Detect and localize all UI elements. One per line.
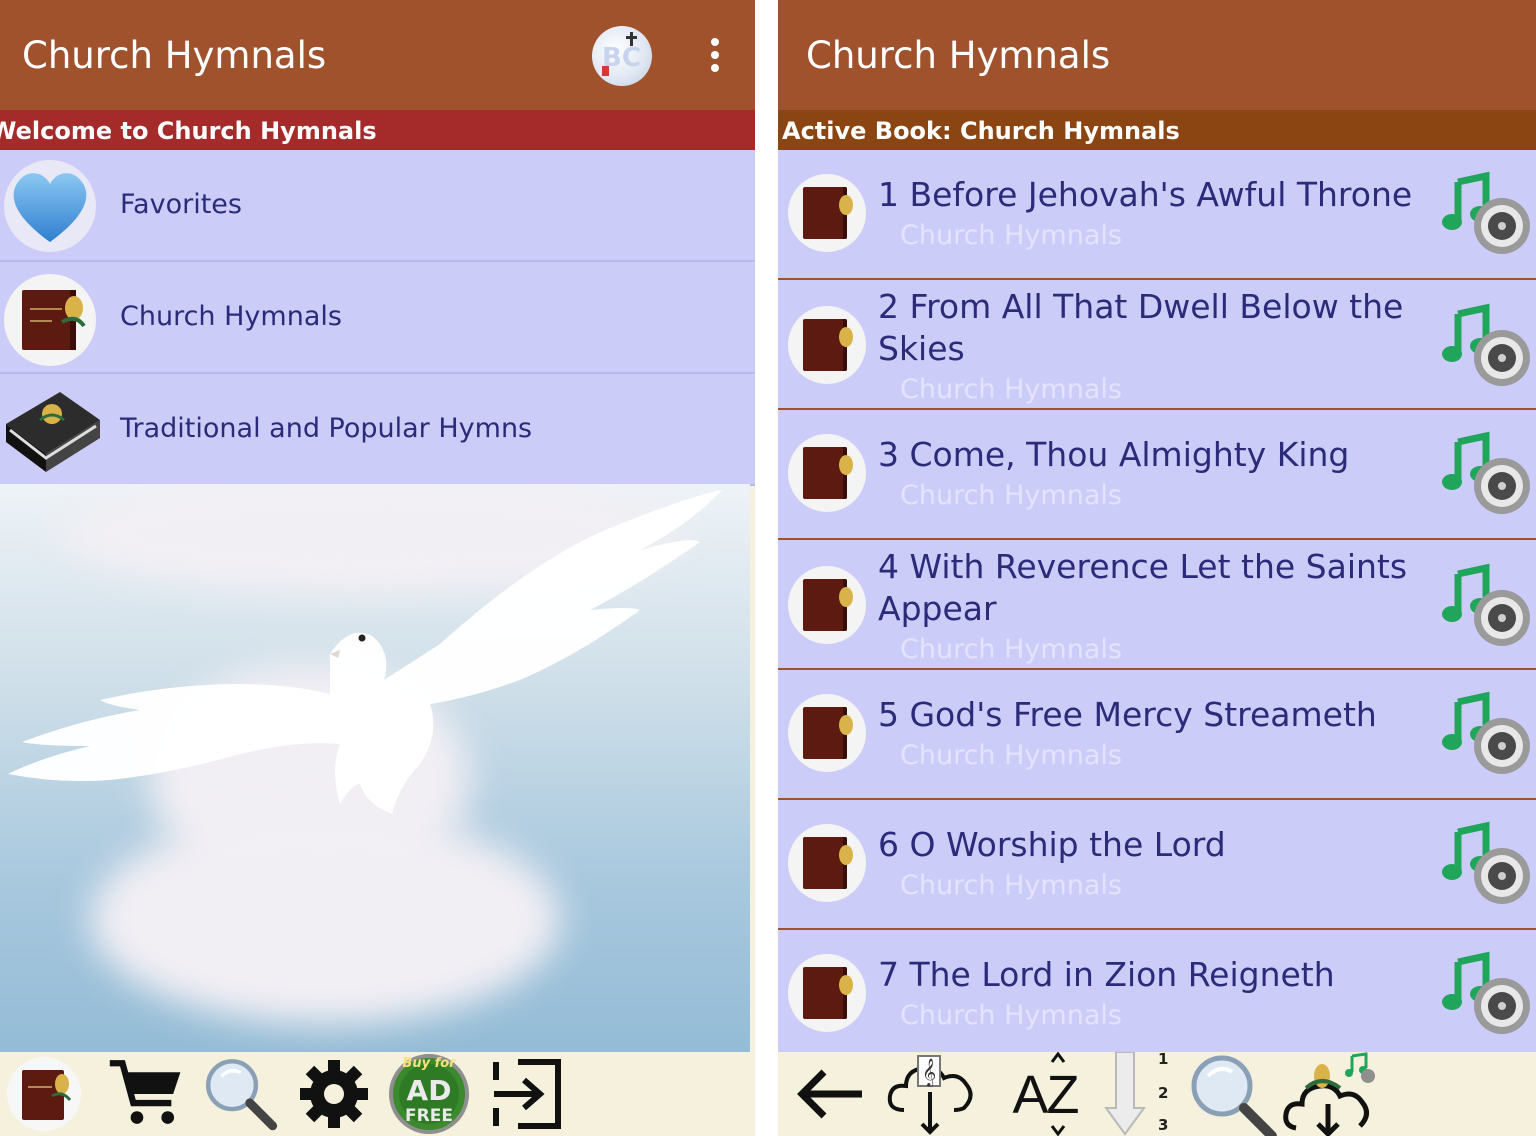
hymn-row[interactable]: 6 O Worship the Lord Church Hymnals	[778, 800, 1536, 930]
welcome-text: Welcome to Church Hymnals	[0, 117, 377, 145]
menu-label: Church Hymnals	[120, 301, 342, 332]
cloud-download-icon[interactable]	[1282, 1052, 1376, 1136]
app-logo-icon[interactable]: BC	[592, 26, 652, 86]
sort-num-1: 1	[1158, 1050, 1169, 1068]
active-book-text: Active Book: Church Hymnals	[782, 117, 1180, 145]
sort-alphabetical-icon[interactable]: AZ	[1000, 1052, 1090, 1136]
hymn-title: 1 Before Jehovah's Awful Throne	[878, 175, 1413, 214]
hymn-book-name: Church Hymnals	[900, 740, 1122, 771]
hymn-row[interactable]: 5 God's Free Mercy Streameth Church Hymna…	[778, 670, 1536, 800]
hymnal-book-icon	[788, 694, 866, 772]
back-arrow-icon[interactable]	[792, 1056, 868, 1132]
gear-icon[interactable]	[296, 1056, 372, 1132]
cloud-music-download-icon[interactable]: 𝄞	[884, 1052, 978, 1136]
bottom-toolbar: 𝄞 AZ 1 2 3	[778, 1050, 1536, 1136]
hymn-row[interactable]: 1 Before Jehovah's Awful Throne Church Hy…	[778, 150, 1536, 280]
dove-icon	[8, 490, 722, 814]
hymn-row[interactable]: 4 With Reverence Let the Saints Appear Ch…	[778, 540, 1536, 670]
ad-free-badge[interactable]: Buy for AD FREE	[386, 1054, 472, 1134]
hymn-list-screen: Church Hymnals Active Book: Church Hymna…	[778, 0, 1536, 1136]
home-screen: Church Hymnals BC Welcome to Church Hymn…	[0, 0, 755, 1136]
hymn-title: 3 Come, Thou Almighty King	[878, 435, 1350, 474]
hymn-title: 5 God's Free Mercy Streameth	[878, 695, 1377, 734]
bottom-toolbar: Buy for AD FREE	[0, 1052, 755, 1136]
active-book-banner: Active Book: Church Hymnals	[778, 110, 1536, 150]
exit-icon[interactable]	[488, 1056, 564, 1132]
hymn-title: 7 The Lord in Zion Reigneth	[878, 955, 1335, 994]
menu-label: Favorites	[120, 189, 242, 220]
hymn-title: 6 O Worship the Lord	[878, 825, 1226, 864]
menu-item-favorites[interactable]: Favorites	[0, 150, 755, 262]
hymnal-book-icon	[4, 274, 96, 366]
app-title: Church Hymnals	[22, 34, 327, 77]
hymnal-book-icon	[788, 566, 866, 644]
ad-badge-main: AD	[406, 1074, 452, 1107]
menu-label: Traditional and Popular Hymns	[120, 413, 533, 444]
cart-icon[interactable]	[108, 1056, 184, 1132]
sort-numerical-icon[interactable]: 1 2 3	[1098, 1050, 1178, 1136]
play-music-icon[interactable]	[1440, 820, 1532, 912]
hymn-row[interactable]: 7 The Lord in Zion Reigneth Church Hymnal…	[778, 930, 1536, 1060]
hymnal-book-icon	[788, 174, 866, 252]
hymnal-book-icon	[788, 306, 866, 384]
hymn-book-name: Church Hymnals	[900, 870, 1122, 901]
hymnal-book-icon	[788, 434, 866, 512]
play-music-icon[interactable]	[1440, 302, 1532, 394]
play-music-icon[interactable]	[1440, 562, 1532, 654]
hymnal-book-icon	[788, 954, 866, 1032]
welcome-banner: Welcome to Church Hymnals	[0, 110, 755, 150]
sort-num-3: 3	[1158, 1116, 1169, 1134]
hymn-book-name: Church Hymnals	[900, 220, 1122, 251]
app-bar: Church Hymnals	[778, 0, 1536, 110]
play-music-icon[interactable]	[1440, 950, 1532, 1042]
hymn-book-name: Church Hymnals	[900, 480, 1122, 511]
svg-text:𝄞: 𝄞	[922, 1058, 936, 1087]
ad-badge-bottom: FREE	[405, 1106, 453, 1126]
dove-background-image	[0, 484, 750, 1052]
play-music-icon[interactable]	[1440, 690, 1532, 782]
menu-item-church-hymnals[interactable]: Church Hymnals	[0, 262, 755, 374]
hymn-row[interactable]: 3 Come, Thou Almighty King Church Hymnals	[778, 410, 1536, 540]
hymn-title: 2 From All That Dwell Below the Skies	[878, 287, 1404, 368]
hymn-book-name: Church Hymnals	[900, 634, 1122, 665]
overflow-menu-icon[interactable]	[702, 36, 728, 76]
ad-badge-top: Buy for	[402, 1056, 456, 1071]
app-title: Church Hymnals	[806, 34, 1111, 77]
play-music-icon[interactable]	[1440, 430, 1532, 522]
sort-num-2: 2	[1158, 1084, 1169, 1102]
hymn-book-name: Church Hymnals	[900, 374, 1122, 405]
menu-item-traditional-hymns[interactable]: Traditional and Popular Hymns	[0, 374, 755, 486]
hymn-row[interactable]: 2 From All That Dwell Below the Skies Chu…	[778, 280, 1536, 410]
search-icon[interactable]	[1186, 1052, 1278, 1136]
play-music-icon[interactable]	[1440, 170, 1532, 262]
hymnal-book-icon	[788, 824, 866, 902]
heart-icon	[4, 160, 96, 252]
black-book-icon	[0, 380, 104, 478]
app-bar: Church Hymnals BC	[0, 0, 755, 110]
hymn-title: 4 With Reverence Let the Saints Appear	[878, 547, 1408, 628]
search-icon[interactable]	[202, 1056, 278, 1132]
hymn-book-name: Church Hymnals	[900, 1000, 1122, 1031]
hymnal-book-icon[interactable]	[6, 1056, 82, 1132]
